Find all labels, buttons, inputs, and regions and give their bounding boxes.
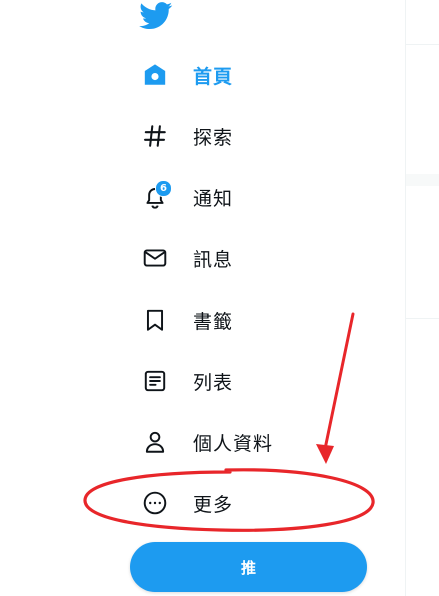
nav-item-profile[interactable]: 個人資料 [130, 418, 360, 466]
nav-item-explore[interactable]: 探索 [130, 112, 360, 160]
nav-item-notifications[interactable]: 6 通知 [130, 173, 360, 221]
bookmark-icon [140, 305, 170, 335]
right-panel-band [406, 174, 439, 186]
right-panel-divider [406, 318, 439, 319]
nav-label: 個人資料 [193, 432, 274, 455]
twitter-bird-icon[interactable] [139, 2, 173, 30]
nav-item-messages[interactable]: 訊息 [130, 234, 360, 282]
right-panel-divider [406, 44, 439, 45]
tweet-button[interactable]: 推 [130, 542, 367, 592]
nav-item-bookmarks[interactable]: 書籤 [130, 296, 360, 344]
right-panel [406, 0, 439, 596]
envelope-icon [140, 243, 170, 273]
nav-label: 書籤 [193, 310, 234, 333]
nav-label: 更多 [193, 493, 234, 516]
nav-item-lists[interactable]: 列表 [130, 357, 360, 405]
nav-item-home[interactable]: 首頁 [130, 51, 360, 99]
list-icon [140, 366, 170, 396]
nav-label: 訊息 [193, 248, 234, 271]
nav-label: 列表 [193, 371, 234, 394]
nav-label: 通知 [193, 187, 234, 210]
nav-label: 首頁 [193, 65, 234, 88]
hashtag-icon [140, 121, 170, 151]
home-icon [140, 60, 170, 90]
nav-label: 探索 [193, 126, 234, 149]
notification-badge: 6 [155, 180, 172, 197]
bell-icon: 6 [140, 180, 172, 212]
person-icon [140, 427, 170, 457]
nav-item-more[interactable]: 更多 [130, 479, 360, 527]
more-circle-icon [140, 488, 170, 518]
